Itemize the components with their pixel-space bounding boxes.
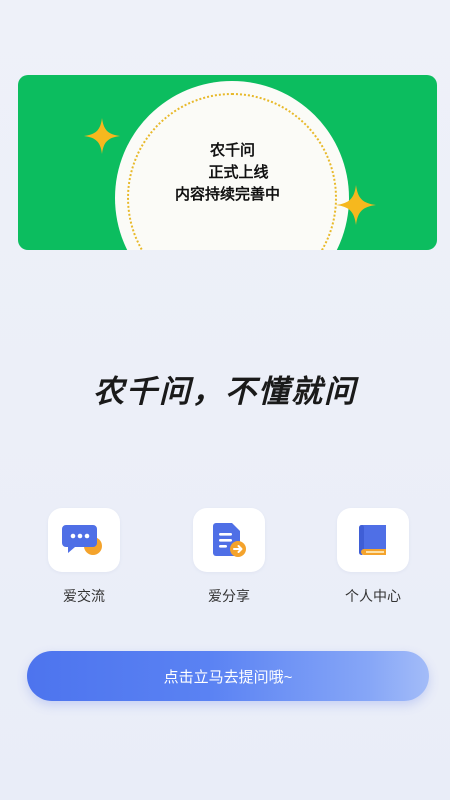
chat-bubbles-icon bbox=[62, 525, 102, 555]
feature-tile[interactable] bbox=[48, 508, 120, 572]
feature-share[interactable]: 爱分享 bbox=[174, 508, 284, 606]
feature-tile[interactable] bbox=[193, 508, 265, 572]
banner-text: 农千问 正式上线 内容持续完善中 bbox=[18, 139, 437, 205]
share-document-icon bbox=[213, 523, 246, 557]
feature-communicate[interactable]: 爱交流 bbox=[29, 508, 139, 606]
feature-tile[interactable] bbox=[337, 508, 409, 572]
ask-question-label: 点击立马去提问哦~ bbox=[163, 668, 293, 686]
feature-label: 爱分享 bbox=[208, 588, 250, 604]
banner-subtitle: 正式上线 bbox=[208, 163, 269, 181]
ask-question-button[interactable]: 点击立马去提问哦~ bbox=[27, 651, 429, 701]
banner-title: 农千问 bbox=[209, 141, 255, 159]
feature-grid: 爱交流 爱分享 个人中心 bbox=[0, 508, 450, 618]
book-icon bbox=[359, 525, 386, 555]
feature-personal-center[interactable]: 个人中心 bbox=[318, 508, 428, 606]
feature-label: 爱交流 bbox=[63, 588, 105, 604]
promo-banner[interactable]: 农千问 正式上线 内容持续完善中 bbox=[18, 75, 437, 250]
banner-note: 内容持续完善中 bbox=[174, 185, 280, 203]
slogan-heading: 农千问，不懂就问 bbox=[93, 374, 357, 410]
feature-label: 个人中心 bbox=[345, 588, 401, 604]
